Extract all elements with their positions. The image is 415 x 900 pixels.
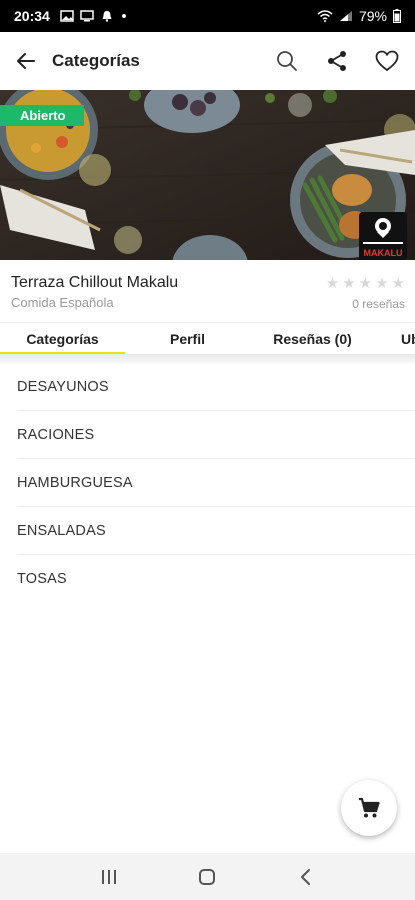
category-item-raciones[interactable]: RACIONES: [17, 411, 415, 459]
star-icon: ★: [358, 275, 373, 292]
category-list: DESAYUNOS RACIONES HAMBURGUESA ENSALADAS…: [0, 363, 415, 603]
restaurant-info: Terraza Chillout Makalu Comida Española …: [0, 264, 415, 322]
signal-icon: [339, 11, 352, 21]
system-nav-bar: [0, 853, 415, 900]
category-item-ensaladas[interactable]: ENSALADAS: [17, 507, 415, 555]
image-notification-icon: [60, 10, 74, 22]
star-icon: ★: [325, 275, 340, 292]
bell-icon: [102, 11, 112, 22]
heart-icon[interactable]: [373, 47, 401, 75]
open-status-badge: Abierto: [0, 105, 84, 126]
home-icon[interactable]: [192, 862, 222, 892]
tab-bar: Categorías Perfil Reseñas (0) Ub: [0, 322, 415, 354]
star-rating: ★ ★ ★ ★ ★: [326, 276, 405, 291]
restaurant-cover-image: Abierto MAKALU: [0, 90, 415, 260]
battery-percent: 79%: [358, 8, 387, 24]
tab-perfil[interactable]: Perfil: [125, 323, 250, 354]
category-item-desayunos[interactable]: DESAYUNOS: [17, 363, 415, 411]
app-bar-actions: [273, 47, 403, 75]
tab-ubicacion[interactable]: Ub: [375, 323, 415, 354]
cart-button[interactable]: [341, 780, 397, 836]
star-icon: ★: [391, 275, 405, 292]
nav-back-icon[interactable]: [291, 862, 321, 892]
category-item-tosas[interactable]: TOSAS: [17, 555, 415, 603]
category-item-hamburguesa[interactable]: HAMBURGUESA: [17, 459, 415, 507]
share-icon[interactable]: [323, 47, 351, 75]
desktop-notification-icon: [80, 10, 94, 22]
wifi-icon: [317, 10, 333, 22]
rating-block: ★ ★ ★ ★ ★ 0 reseñas: [326, 276, 405, 311]
cart-icon: [359, 797, 380, 818]
page-title: Categorías: [52, 51, 140, 70]
dot-icon: [121, 14, 126, 18]
status-time: 20:34: [14, 8, 50, 24]
search-icon[interactable]: [273, 47, 301, 75]
recent-apps-icon[interactable]: [94, 862, 124, 892]
tab-divider: [0, 354, 415, 363]
battery-icon: [393, 9, 401, 23]
restaurant-logo: MAKALU: [359, 212, 407, 260]
svg-text:MAKALU: MAKALU: [364, 248, 403, 258]
star-icon: ★: [375, 275, 389, 292]
reviews-count: 0 reseñas: [352, 297, 405, 311]
tab-resenas[interactable]: Reseñas (0): [250, 323, 375, 354]
star-icon: ★: [342, 275, 356, 292]
back-arrow-icon[interactable]: [12, 47, 40, 75]
app-bar: Categorías: [0, 32, 415, 90]
status-bar: 20:34 79%: [0, 0, 415, 32]
tab-categorias[interactable]: Categorías: [0, 323, 125, 354]
